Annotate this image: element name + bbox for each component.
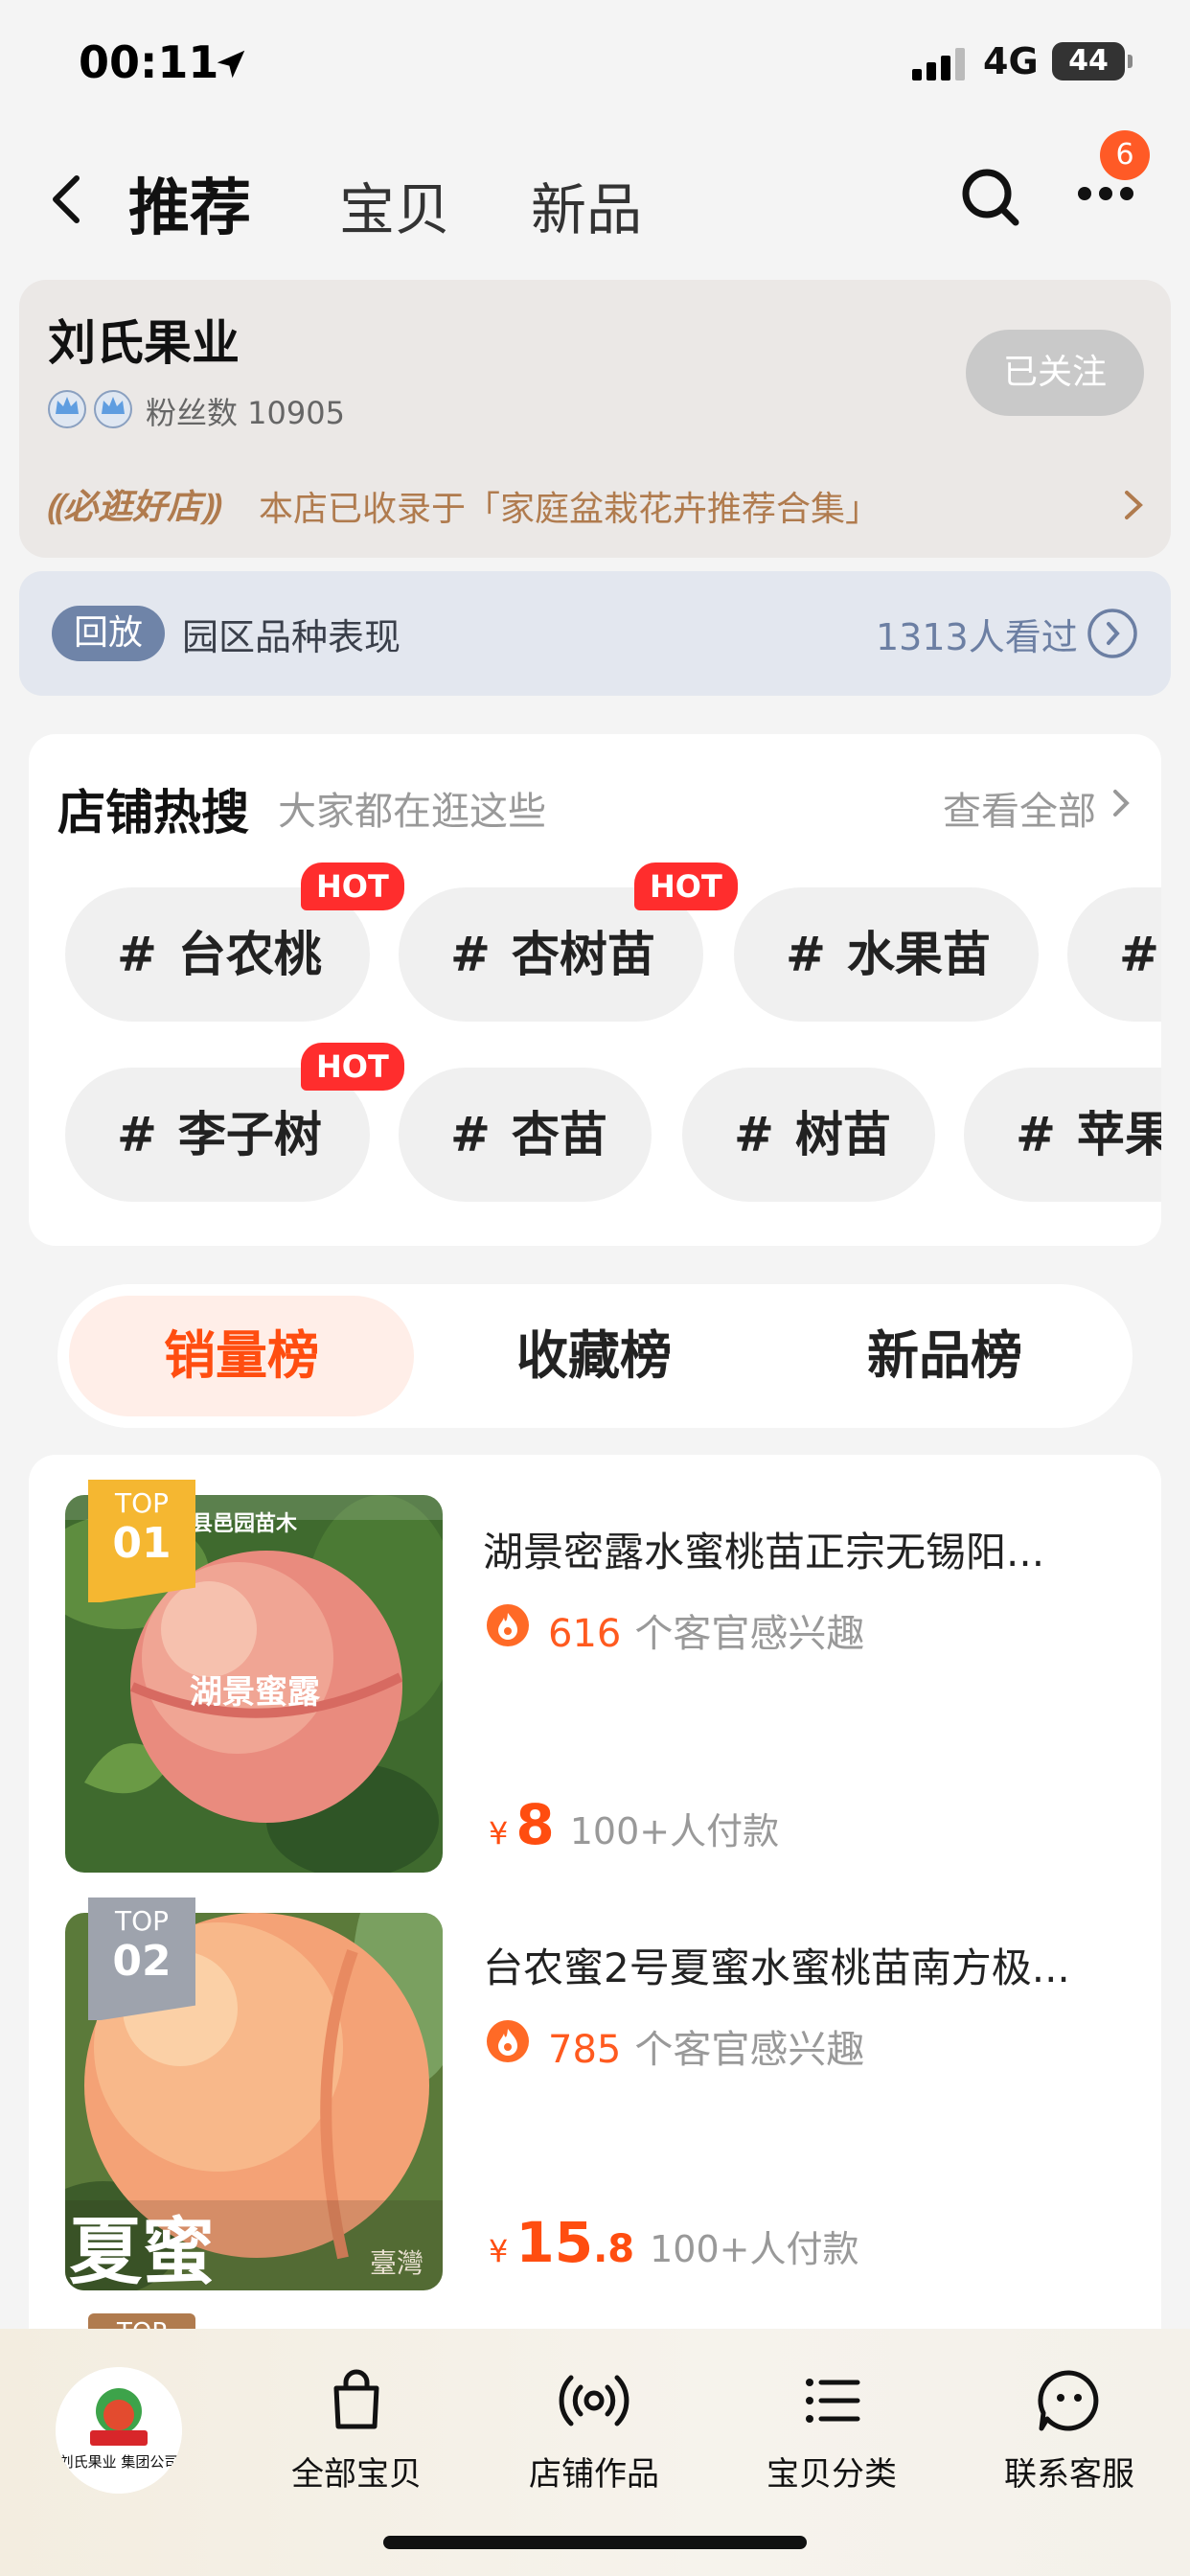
- list-icon: [736, 2367, 927, 2438]
- tab-items[interactable]: 宝贝: [339, 165, 450, 245]
- nav-label: 店铺作品: [529, 2455, 659, 2494]
- hot-chip[interactable]: #: [1067, 887, 1161, 1022]
- crown-level-icon: [46, 385, 138, 433]
- tab-recommend[interactable]: 推荐: [128, 159, 251, 247]
- nav-store-works[interactable]: 店铺作品: [498, 2367, 690, 2495]
- follow-button[interactable]: 已关注: [966, 330, 1144, 416]
- hot-search-title: 店铺热搜: [57, 785, 249, 840]
- hot-badge: HOT: [301, 862, 404, 910]
- nav-label: 联系客服: [1004, 2455, 1134, 2494]
- nav-label: 全部宝贝: [291, 2455, 422, 2494]
- nav-categories[interactable]: 宝贝分类: [736, 2367, 927, 2495]
- chevron-right-icon[interactable]: [1123, 489, 1144, 525]
- interest-count: 616 个客官感兴趣: [548, 1612, 865, 1656]
- image-caption: 夏蜜: [69, 2209, 215, 2294]
- nav-label: 宝贝分类: [767, 2455, 897, 2494]
- collection-description[interactable]: 本店已收录于「家庭盆栽花卉推荐合集」: [259, 481, 880, 531]
- view-all-link[interactable]: 查看全部: [943, 780, 1096, 836]
- laurel-right-icon: ⸩: [201, 488, 219, 527]
- hot-search-subtitle: 大家都在逛这些: [278, 790, 546, 834]
- hot-chip-area: # 台农桃 HOT # 杏树苗 HOT # 水果苗 # # 李子树 HOT # 杏苗 # 树…: [29, 862, 1161, 1246]
- network-type: 4G: [983, 40, 1039, 82]
- flame-icon: [485, 2018, 531, 2068]
- replay-tag: 回放: [52, 606, 165, 661]
- chevron-right-icon[interactable]: [1111, 788, 1131, 822]
- nav-all-items[interactable]: 全部宝贝: [261, 2367, 452, 2495]
- rank-tag: TOP 01: [88, 1480, 195, 1602]
- product-title[interactable]: 湖景密露水蜜桃苗正宗无锡阳...: [483, 1520, 1096, 1578]
- hot-chip[interactable]: # 苹果: [964, 1068, 1161, 1202]
- image-caption: 湖景蜜露: [190, 1673, 320, 1712]
- location-arrow-icon: [213, 46, 249, 86]
- tab-favorites-rank[interactable]: 收藏榜: [422, 1296, 767, 1416]
- battery-indicator: 44: [1052, 42, 1133, 80]
- replay-title[interactable]: 园区品种表现: [182, 608, 400, 660]
- hot-chip[interactable]: # 杏苗: [399, 1068, 652, 1202]
- must-shop-label: ⸨必逛好店⸩: [46, 479, 219, 529]
- hot-badge: HOT: [634, 862, 738, 910]
- nav-customer-service[interactable]: 联系客服: [973, 2367, 1165, 2495]
- bag-icon: [261, 2367, 452, 2438]
- replay-views: 1313人看过: [876, 616, 1078, 658]
- notification-badge: 6: [1100, 130, 1150, 180]
- flame-icon: [485, 1602, 531, 1652]
- fans-count: 粉丝数 10905: [146, 395, 345, 431]
- chat-face-icon: [973, 2367, 1165, 2438]
- circle-chevron-right-icon[interactable]: [1087, 608, 1138, 663]
- tab-new[interactable]: 新品: [531, 165, 642, 245]
- image-corner-text: 臺灣: [370, 2247, 424, 2279]
- more-dots-icon[interactable]: [1077, 184, 1134, 207]
- product-price: ¥15.8 100+人付款: [489, 2210, 859, 2275]
- store-logo[interactable]: 刘氏果业 集团公司: [56, 2367, 182, 2494]
- must-shop-text: 必逛好店: [63, 488, 202, 527]
- search-icon[interactable]: [958, 165, 1021, 232]
- hot-chip[interactable]: # 树苗: [682, 1068, 935, 1202]
- product-price: ¥8 100+人付款: [489, 1792, 780, 1857]
- hot-badge: HOT: [301, 1043, 404, 1091]
- image-banner-text: 县邑园苗木: [192, 1512, 298, 1536]
- home-indicator[interactable]: [383, 2536, 807, 2549]
- status-time: 00:11: [79, 36, 219, 88]
- laurel-left-icon: ⸨: [46, 488, 64, 527]
- product-title[interactable]: 台农蜜2号夏蜜水蜜桃苗南方极...: [483, 1936, 1096, 1994]
- logo-text: 刘氏果业 集团公司: [58, 2453, 179, 2471]
- tab-new-rank[interactable]: 新品榜: [772, 1296, 1117, 1416]
- broadcast-icon: [498, 2367, 690, 2438]
- hot-chip[interactable]: # 水果苗: [734, 887, 1039, 1022]
- back-chevron-icon[interactable]: [48, 172, 86, 230]
- store-name[interactable]: 刘氏果业: [48, 305, 240, 374]
- cellular-signal-icon: [912, 48, 970, 84]
- tab-sales-rank[interactable]: 销量榜: [69, 1296, 414, 1416]
- interest-count: 785 个客官感兴趣: [548, 2028, 865, 2072]
- rank-tag: TOP 02: [88, 1898, 195, 2020]
